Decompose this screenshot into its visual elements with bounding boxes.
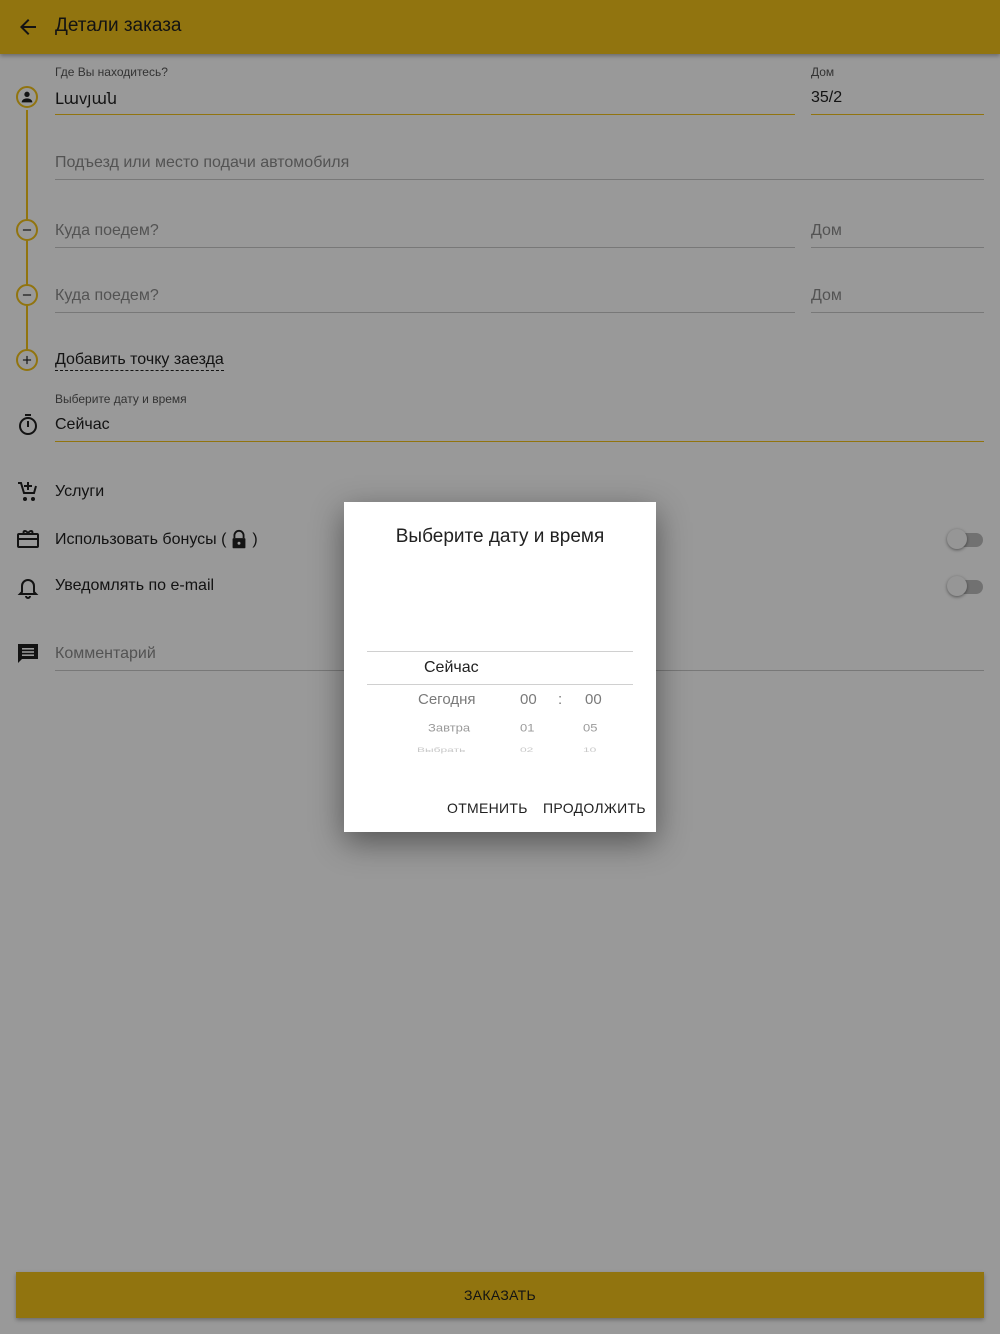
picker-day-option[interactable]: Сегодня bbox=[418, 691, 476, 708]
picker-day-option[interactable]: Выбрать bbox=[417, 746, 465, 754]
picker-selection-line-top bbox=[367, 651, 633, 652]
datetime-dialog: Выберите дату и время Сейчас Сегодня 00 … bbox=[344, 502, 656, 832]
cancel-button[interactable]: ОТМЕНИТЬ bbox=[447, 800, 528, 816]
datetime-picker[interactable]: Сейчас Сегодня 00 : 00 Завтра 01 05 Выбр… bbox=[367, 651, 633, 761]
picker-minute-option[interactable]: 10 bbox=[583, 746, 596, 754]
dialog-title: Выберите дату и время bbox=[395, 526, 605, 547]
picker-hour-option[interactable]: 00 bbox=[520, 691, 537, 708]
picker-selection-line-bottom bbox=[367, 684, 633, 685]
picker-separator: : bbox=[558, 691, 563, 708]
picker-hour-option[interactable]: 01 bbox=[520, 721, 534, 734]
picker-minute-option[interactable]: 00 bbox=[585, 691, 602, 708]
picker-day-option[interactable]: Завтра bbox=[428, 721, 470, 734]
picker-selected-value: Сейчас bbox=[424, 659, 479, 676]
picker-hour-option[interactable]: 02 bbox=[520, 746, 533, 754]
continue-button[interactable]: ПРОДОЛЖИТЬ bbox=[543, 800, 646, 816]
picker-minute-option[interactable]: 05 bbox=[583, 721, 597, 734]
